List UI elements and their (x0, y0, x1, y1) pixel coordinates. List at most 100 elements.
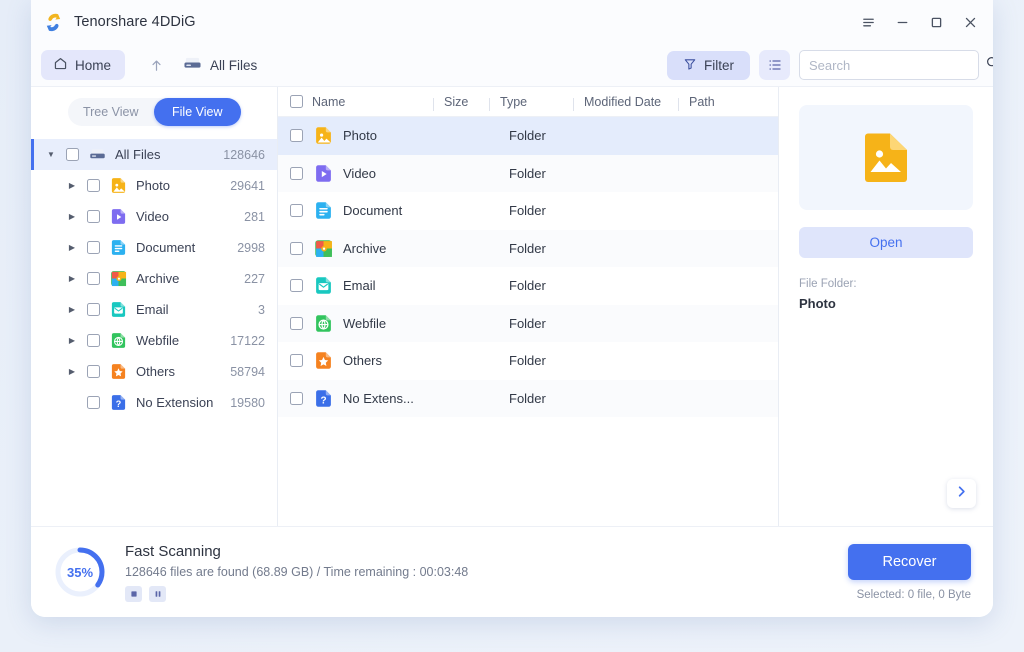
chevron-right-icon[interactable]: ▶ (65, 367, 79, 376)
breadcrumb-label: All Files (210, 58, 257, 73)
column-header-name[interactable]: Name (303, 95, 433, 109)
search-icon[interactable] (985, 55, 993, 75)
email-icon (110, 301, 127, 318)
filter-button[interactable]: Filter (667, 51, 750, 80)
selection-info: Selected: 0 file, 0 Byte (848, 589, 971, 601)
column-header-size[interactable]: Size (433, 95, 489, 109)
sidebar-item-label: All Files (115, 147, 223, 162)
row-checkbox[interactable] (290, 129, 303, 142)
checkbox-email[interactable] (87, 303, 100, 316)
chevron-right-icon (954, 484, 969, 504)
table-row[interactable]: EmailFolder (278, 267, 778, 305)
table-row[interactable]: OthersFolder (278, 342, 778, 380)
chevron-right-icon[interactable]: ▶ (65, 181, 79, 190)
sidebar-item-all-files[interactable]: ▼ All Files 128646 (31, 139, 277, 170)
sidebar-item-archive[interactable]: ▶Archive227 (31, 263, 277, 294)
search-box[interactable] (799, 50, 979, 80)
others-icon (314, 351, 333, 370)
table-row[interactable]: ?No Extens...Folder (278, 380, 778, 418)
maximize-icon[interactable] (921, 7, 951, 37)
home-icon (53, 56, 68, 74)
breadcrumb[interactable]: All Files (183, 55, 257, 75)
table-row[interactable]: DocumentFolder (278, 192, 778, 230)
row-checkbox[interactable] (290, 242, 303, 255)
cell-type: Folder (509, 353, 593, 368)
cell-type: Folder (509, 391, 593, 406)
cell-name: Photo (343, 128, 453, 143)
checkbox-all-files[interactable] (66, 148, 79, 161)
photo-file-icon (861, 132, 911, 184)
column-header-path[interactable]: Path (678, 95, 758, 109)
pause-icon[interactable] (149, 586, 166, 602)
sidebar-item-webfile[interactable]: ▶Webfile17122 (31, 325, 277, 356)
collapse-panel-button[interactable] (947, 479, 976, 508)
checkbox-document[interactable] (87, 241, 100, 254)
cell-type: Folder (509, 128, 593, 143)
open-button[interactable]: Open (799, 227, 973, 258)
row-checkbox[interactable] (290, 204, 303, 217)
checkbox-archive[interactable] (87, 272, 100, 285)
cell-type: Folder (509, 241, 593, 256)
file-list-rows: PhotoFolderVideoFolderDocumentFolderArch… (278, 117, 778, 417)
column-header-modified-date[interactable]: Modified Date (573, 95, 678, 109)
row-checkbox[interactable] (290, 279, 303, 292)
sidebar-item-label: Video (136, 209, 244, 224)
table-row[interactable]: ArchiveFolder (278, 230, 778, 268)
stop-icon[interactable] (125, 586, 142, 602)
sidebar-item-email[interactable]: ▶Email3 (31, 294, 277, 325)
home-button-label: Home (75, 58, 111, 73)
video-icon (314, 164, 333, 183)
app-window: Tenorshare 4DDiG (31, 0, 993, 617)
checkbox-photo[interactable] (87, 179, 100, 192)
tree-view-tab[interactable]: Tree View (68, 98, 155, 126)
sidebar-item-count: 3 (258, 303, 265, 317)
scan-progress-percent: 35% (53, 545, 107, 599)
menu-icon[interactable] (853, 7, 883, 37)
preview-thumbnail (799, 105, 973, 210)
sidebar-item-others[interactable]: ▶Others58794 (31, 356, 277, 387)
sidebar-item-document[interactable]: ▶Document2998 (31, 232, 277, 263)
search-input[interactable] (809, 58, 985, 73)
recover-group: Recover Selected: 0 file, 0 Byte (848, 544, 971, 601)
cell-name: Video (343, 166, 453, 181)
sidebar-item-video[interactable]: ▶ Video281 (31, 201, 277, 232)
chevron-right-icon[interactable]: ▶ (65, 243, 79, 252)
checkbox-others[interactable] (87, 365, 100, 378)
sidebar-item-count: 281 (244, 210, 265, 224)
row-checkbox[interactable] (290, 354, 303, 367)
chevron-down-icon[interactable]: ▼ (44, 150, 58, 159)
chevron-right-icon[interactable]: ▶ (65, 305, 79, 314)
chevron-right-icon[interactable]: ▶ (65, 212, 79, 221)
close-icon[interactable] (955, 7, 985, 37)
checkbox-no-extension[interactable] (87, 396, 100, 409)
webfile-icon (110, 332, 127, 349)
sidebar-item-count: 17122 (230, 334, 265, 348)
recover-button[interactable]: Recover (848, 544, 971, 580)
home-button[interactable]: Home (41, 50, 125, 80)
scan-status-detail: 128646 files are found (68.89 GB) / Time… (125, 565, 468, 579)
view-mode-toggle[interactable]: Tree View File View (68, 98, 241, 126)
arrow-up-icon[interactable] (143, 52, 169, 78)
checkbox-select-all[interactable] (290, 95, 303, 108)
table-row[interactable]: VideoFolder (278, 155, 778, 193)
cell-type: Folder (509, 203, 593, 218)
row-checkbox[interactable] (290, 317, 303, 330)
preview-meta-label: File Folder: (799, 278, 973, 290)
column-header-type[interactable]: Type (489, 95, 573, 109)
file-view-tab[interactable]: File View (154, 98, 241, 126)
chevron-right-icon[interactable]: ▶ (65, 274, 79, 283)
sidebar-item-photo[interactable]: ▶Photo29641 (31, 170, 277, 201)
file-list-panel: Name Size Type Modified Date Path Photo F… (278, 87, 779, 526)
file-list-header: Name Size Type Modified Date Path (278, 87, 778, 117)
archive-icon (314, 239, 333, 258)
row-checkbox[interactable] (290, 392, 303, 405)
minimize-icon[interactable] (887, 7, 917, 37)
chevron-right-icon[interactable]: ▶ (65, 336, 79, 345)
row-checkbox[interactable] (290, 167, 303, 180)
checkbox-video[interactable] (87, 210, 100, 223)
checkbox-webfile[interactable] (87, 334, 100, 347)
table-row[interactable]: WebfileFolder (278, 305, 778, 343)
list-view-icon[interactable] (759, 50, 790, 80)
table-row[interactable]: Photo Folder (278, 117, 778, 155)
sidebar-item-no-extension[interactable]: ?No Extension19580 (31, 387, 277, 418)
